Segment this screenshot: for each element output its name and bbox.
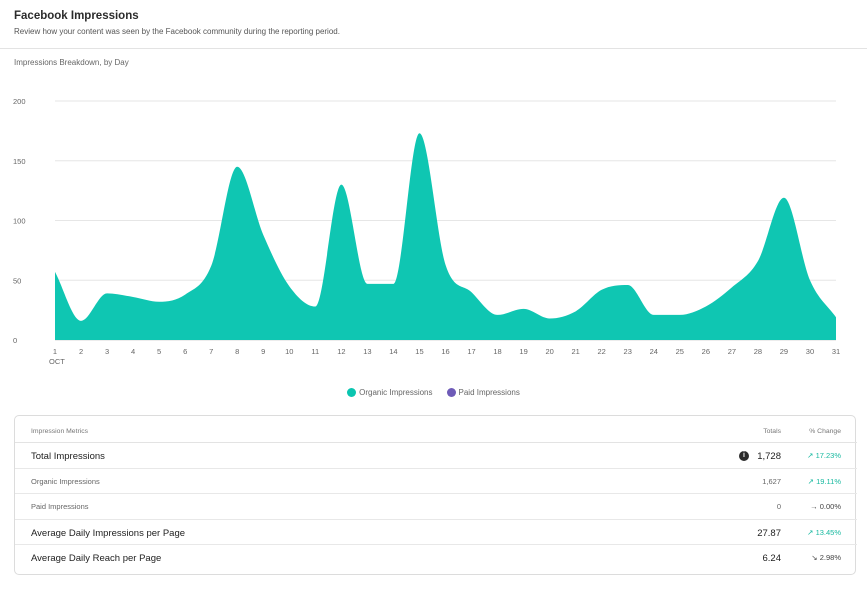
y-tick-label: 150: [13, 157, 26, 166]
x-tick-label: 30: [806, 347, 814, 356]
chart-legend: Organic Impressions Paid Impressions: [0, 388, 867, 397]
table-row: Average Daily Impressions per Page 27.87 ↗…: [15, 520, 857, 545]
x-tick-label: 8: [235, 347, 239, 356]
x-tick-label: 29: [780, 347, 788, 356]
x-tick-label: 19: [519, 347, 527, 356]
change-value: 17.23%: [815, 451, 841, 460]
report-header: Facebook Impressions Review how your con…: [0, 0, 867, 49]
metric-label: Total Impressions: [31, 451, 105, 462]
page-title: Facebook Impressions: [14, 10, 139, 22]
change-value: 2.98%: [819, 553, 841, 562]
legend-swatch-organic: [347, 388, 357, 397]
metric-total: 1,627: [762, 476, 781, 486]
metric-label: Paid Impressions: [31, 502, 89, 511]
metric-change: ↗ 19.11%: [808, 477, 841, 486]
x-tick-label: 2: [79, 347, 83, 356]
legend-label-paid: Paid Impressions: [458, 388, 520, 397]
chart-title: Impressions Breakdown, by Day: [14, 58, 129, 67]
metric-change: → 0.00%: [810, 502, 841, 511]
arrow-right-icon: →: [810, 502, 820, 511]
x-tick-label: 28: [754, 347, 762, 356]
x-tick-label: 18: [493, 347, 501, 356]
y-tick-label: 200: [13, 97, 26, 106]
x-tick-label: 10: [285, 347, 293, 356]
info-icon[interactable]: i: [739, 451, 749, 461]
table-row: Total Impressions i 1,728 ↗ 17.23%: [15, 443, 857, 469]
x-tick-label: 5: [157, 347, 161, 356]
metric-label: Average Daily Impressions per Page: [31, 527, 186, 539]
metric-change: ↘ 2.98%: [811, 553, 841, 562]
x-tick-label: 13: [363, 347, 371, 356]
x-tick-label: 12: [337, 347, 345, 356]
x-tick-label: 7: [209, 347, 213, 356]
header-change: % Change: [809, 428, 841, 435]
change-value: 0.00%: [819, 502, 841, 511]
x-tick-label: 11: [311, 347, 319, 356]
legend-item-organic[interactable]: Organic Impressions: [347, 388, 433, 397]
arrow-down-right-icon: ↘: [811, 553, 820, 562]
page-subtitle: Review how your content was seen by the …: [14, 27, 340, 36]
header-totals: Totals: [763, 428, 781, 435]
table-header-row: Impression Metrics Totals % Change: [15, 416, 857, 443]
y-tick-label: 50: [13, 276, 21, 285]
metric-change: ↗ 17.23%: [807, 451, 841, 460]
x-axis-month-label: OCT: [49, 357, 65, 366]
x-tick-label: 4: [131, 347, 135, 356]
header-metric: Impression Metrics: [31, 428, 89, 435]
arrow-up-right-icon: ↗: [807, 527, 816, 537]
x-tick-label: 14: [389, 347, 397, 356]
metric-label: Organic Impressions: [31, 476, 100, 486]
x-tick-label: 24: [650, 347, 658, 356]
metric-total: 0: [776, 502, 781, 511]
metric-total: 27.87: [757, 527, 781, 539]
arrow-up-right-icon: ↗: [807, 451, 816, 460]
table-row: Organic Impressions 1,627 ↗ 19.11%: [15, 469, 857, 494]
x-tick-label: 21: [571, 347, 579, 356]
metric-total: 1,728: [757, 451, 781, 462]
x-tick-label: 15: [415, 347, 423, 356]
x-tick-label: 16: [441, 347, 449, 356]
table-row: Average Daily Reach per Page 6.24 ↘ 2.98%: [15, 545, 857, 571]
x-tick-label: 6: [183, 347, 187, 356]
x-tick-label: 20: [545, 347, 553, 356]
change-value: 13.45%: [815, 527, 841, 537]
x-tick-label: 22: [598, 347, 606, 356]
impression-metrics-table: Impression Metrics Totals % Change Total…: [14, 415, 857, 575]
series-area-organic: [55, 133, 836, 340]
change-value: 19.11%: [816, 476, 841, 486]
arrow-up-right-icon: ↗: [807, 476, 817, 486]
metric-change: ↗ 13.45%: [807, 528, 841, 537]
x-tick-label: 27: [728, 347, 736, 356]
impressions-area-chart: 0501001502001 2 3 4 5 6 7 8 9 10 11 12 13 14 15 16 17 18 1…: [13, 97, 840, 366]
legend-swatch-paid: [446, 388, 456, 397]
x-tick-label: 25: [676, 347, 684, 356]
x-tick-label: 31: [832, 347, 840, 356]
table-row: Paid Impressions 0 → 0.00%: [15, 494, 857, 520]
legend-label-organic: Organic Impressions: [359, 388, 433, 397]
x-tick-label: 3: [105, 347, 109, 356]
x-tick-label: 9: [261, 347, 265, 356]
legend-item-paid[interactable]: Paid Impressions: [446, 388, 520, 397]
metric-total: 6.24: [762, 553, 782, 564]
x-tick-label: 26: [702, 347, 710, 356]
x-tick-label: 23: [624, 347, 632, 356]
x-tick-label: 1: [53, 347, 57, 356]
x-tick-label: 17: [467, 347, 475, 356]
y-tick-label: 100: [13, 217, 26, 226]
y-tick-label: 0: [13, 336, 17, 345]
metric-label: Average Daily Reach per Page: [31, 553, 162, 564]
